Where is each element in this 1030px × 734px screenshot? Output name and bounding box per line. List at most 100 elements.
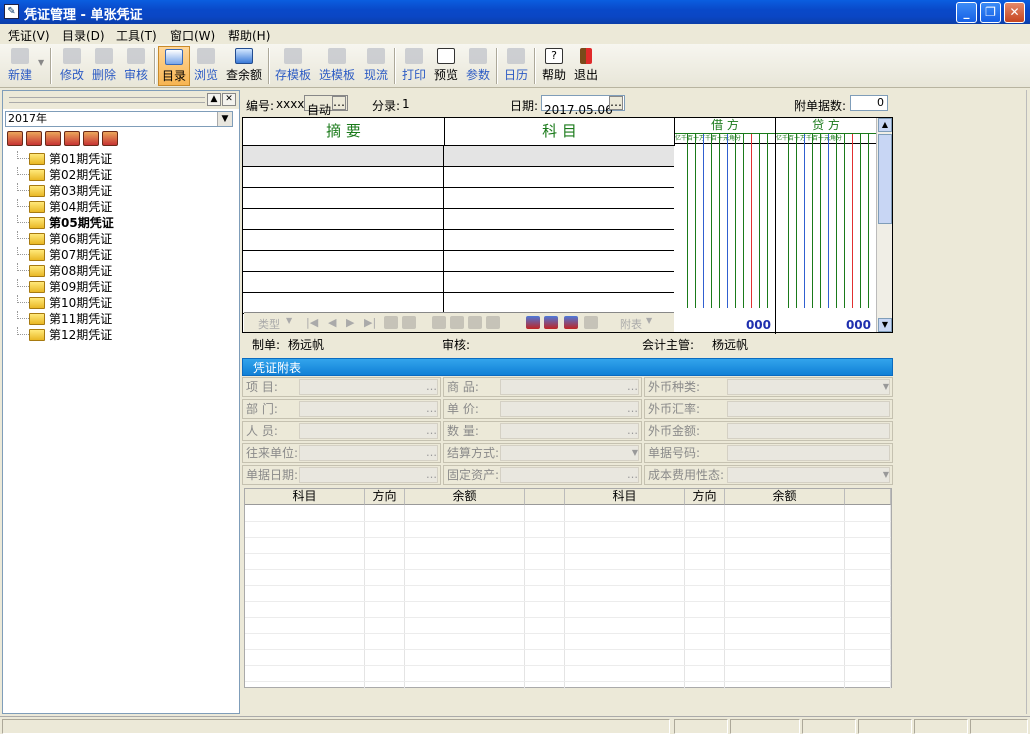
scroll-up-icon[interactable]: ▲: [878, 118, 892, 132]
last-record-icon[interactable]: ▶|: [364, 316, 376, 329]
ellipsis-icon[interactable]: …: [627, 400, 638, 418]
panel-collapse-icon[interactable]: ▲: [207, 93, 221, 106]
minimize-button[interactable]: _: [956, 2, 977, 23]
voucher-row[interactable]: [243, 230, 674, 251]
grid-scrollbar[interactable]: ▲ ▼: [876, 118, 892, 332]
voucher-row[interactable]: [243, 146, 674, 167]
summary-cell[interactable]: [243, 230, 444, 250]
ellipsis-icon[interactable]: …: [627, 378, 638, 396]
catalog-refresh-icon[interactable]: [102, 131, 118, 146]
menu-catalog[interactable]: 目录(D): [62, 27, 105, 44]
summary-cell[interactable]: [243, 188, 444, 208]
catalog-add-icon[interactable]: [45, 131, 61, 146]
attachment-field[interactable]: 人 员:…: [242, 421, 441, 441]
paste-row-icon[interactable]: [450, 316, 464, 329]
save-template-button[interactable]: 存模板: [274, 46, 312, 86]
voucher-row[interactable]: [243, 251, 674, 272]
catalog-delete-icon[interactable]: [83, 131, 99, 146]
period-item[interactable]: 第03期凭证: [11, 183, 231, 199]
catalog-button[interactable]: 目录: [158, 46, 190, 86]
summary-cell[interactable]: [243, 209, 444, 229]
remove-row-icon[interactable]: [584, 316, 598, 329]
attachment-dropdown-icon[interactable]: ▼: [646, 316, 652, 325]
new-dropdown-icon[interactable]: ▼: [38, 58, 44, 67]
voucher-row[interactable]: [243, 293, 674, 314]
attachment-field-input[interactable]: [727, 445, 890, 461]
chevron-down-icon[interactable]: ▼: [883, 378, 889, 396]
period-item[interactable]: 第07期凭证: [11, 247, 231, 263]
catalog-view-icon[interactable]: [7, 131, 23, 146]
help-button[interactable]: ? 帮助: [540, 46, 568, 86]
attachment-field[interactable]: 商 品:…: [443, 377, 642, 397]
period-item[interactable]: 第08期凭证: [11, 263, 231, 279]
attachment-field-input[interactable]: [500, 467, 639, 483]
catalog-edit-icon[interactable]: [64, 131, 80, 146]
type-dropdown-icon[interactable]: ▼: [286, 316, 292, 325]
summary-cell[interactable]: [243, 146, 444, 166]
summary-cell[interactable]: [243, 272, 444, 292]
prev-record-icon[interactable]: ◀: [328, 316, 336, 329]
menu-window[interactable]: 窗口(W): [170, 27, 215, 44]
year-select[interactable]: 2017年 ▼: [5, 111, 233, 127]
copy-row-icon[interactable]: [432, 316, 446, 329]
restore-button[interactable]: ❐: [980, 2, 1001, 23]
chevron-down-icon[interactable]: ▼: [217, 112, 232, 126]
check-balance-button[interactable]: 查余额: [224, 46, 264, 86]
attachment-dropdown[interactable]: 附表: [620, 316, 642, 332]
period-item[interactable]: 第10期凭证: [11, 295, 231, 311]
menu-help[interactable]: 帮助(H): [228, 27, 270, 44]
attachment-field[interactable]: 固定资产:…: [443, 465, 642, 485]
menu-tools[interactable]: 工具(T): [116, 27, 157, 44]
auto-number-field[interactable]: 自动…: [304, 95, 348, 117]
period-item[interactable]: 第12期凭证: [11, 327, 231, 343]
save-icon[interactable]: [526, 316, 540, 329]
ellipsis-icon[interactable]: …: [426, 466, 437, 484]
preview-button[interactable]: 预览: [432, 46, 460, 86]
scroll-down-icon[interactable]: ▼: [878, 318, 892, 332]
period-item[interactable]: 第05期凭证: [11, 215, 231, 231]
attachment-field-input[interactable]: [727, 401, 890, 417]
ellipsis-icon[interactable]: …: [426, 444, 437, 462]
first-record-icon[interactable]: |◀: [306, 316, 318, 329]
clear-row-icon[interactable]: [486, 316, 500, 329]
calendar-button[interactable]: 日历: [502, 46, 530, 86]
attachment-field-input[interactable]: [727, 423, 890, 439]
ellipsis-icon[interactable]: …: [627, 466, 638, 484]
attachment-field-input[interactable]: [299, 423, 438, 439]
attachment-field-input[interactable]: [500, 379, 639, 395]
attachment-field-input[interactable]: [299, 445, 438, 461]
voucher-row[interactable]: [243, 209, 674, 230]
ellipsis-icon[interactable]: …: [426, 422, 437, 440]
attachment-field-input[interactable]: [727, 379, 890, 395]
type-dropdown[interactable]: 类型: [258, 316, 280, 332]
period-item[interactable]: 第06期凭证: [11, 231, 231, 247]
voucher-row[interactable]: [243, 188, 674, 209]
catalog-list-icon[interactable]: [26, 131, 42, 146]
attachment-field-input[interactable]: [727, 467, 890, 483]
ellipsis-icon[interactable]: …: [332, 96, 346, 110]
attachment-field[interactable]: 外币汇率:: [644, 399, 893, 419]
menu-voucher[interactable]: 凭证(V): [8, 27, 50, 44]
attachments-field[interactable]: 0: [850, 95, 888, 111]
attachment-field[interactable]: 单 价:…: [443, 399, 642, 419]
attachment-field[interactable]: 成本费用性态: ▼: [644, 465, 893, 485]
panel-close-icon[interactable]: ✕: [222, 93, 236, 106]
period-item[interactable]: 第11期凭证: [11, 311, 231, 327]
insert-row-icon[interactable]: [384, 316, 398, 329]
attachment-field-input[interactable]: [500, 423, 639, 439]
voucher-row[interactable]: [243, 272, 674, 293]
period-item[interactable]: 第09期凭证: [11, 279, 231, 295]
attachment-field[interactable]: 单据日期:…: [242, 465, 441, 485]
browse-button[interactable]: 浏览: [192, 46, 220, 86]
attachment-field-input[interactable]: [299, 379, 438, 395]
append-row-icon[interactable]: [402, 316, 416, 329]
print-button[interactable]: 打印: [400, 46, 428, 86]
panel-grip[interactable]: [9, 97, 205, 103]
attachment-field-input[interactable]: [299, 467, 438, 483]
add-row-icon[interactable]: [564, 316, 578, 329]
date-picker-icon[interactable]: …: [609, 96, 623, 110]
scroll-thumb[interactable]: [878, 134, 892, 224]
attachment-field[interactable]: 数 量:…: [443, 421, 642, 441]
attachment-field[interactable]: 部 门:…: [242, 399, 441, 419]
voucher-row[interactable]: [243, 167, 674, 188]
